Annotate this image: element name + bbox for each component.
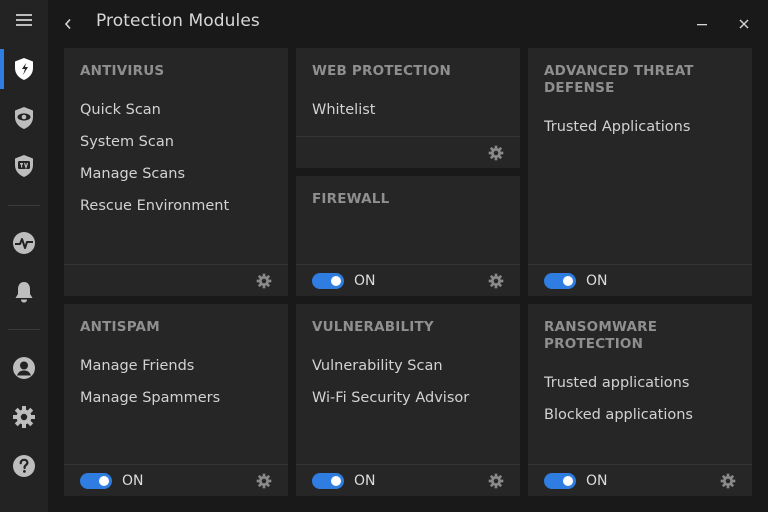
card-title-line: RANSOMWARE bbox=[544, 319, 658, 335]
toggle-knob bbox=[99, 476, 109, 486]
card-links: Vulnerability Scan Wi-Fi Security Adviso… bbox=[312, 356, 469, 420]
ransomware-protection-toggle[interactable] bbox=[544, 473, 576, 489]
minimize-icon bbox=[697, 24, 707, 26]
card-web-protection: WEB PROTECTION Whitelist bbox=[296, 48, 520, 168]
card-firewall: FIREWALL ON bbox=[296, 176, 520, 296]
card-title: VULNERABILITY bbox=[312, 319, 434, 335]
tv-shield-icon bbox=[15, 155, 33, 177]
manage-scans-link[interactable]: Manage Scans bbox=[80, 164, 229, 196]
page-title: Protection Modules bbox=[96, 11, 260, 31]
sidebar-item-help[interactable] bbox=[0, 446, 48, 486]
card-links: Quick Scan System Scan Manage Scans Resc… bbox=[80, 100, 229, 228]
close-icon bbox=[739, 19, 749, 29]
shield-icon bbox=[15, 58, 33, 80]
ransomware-protection-settings-gear-icon[interactable] bbox=[720, 473, 736, 489]
card-links: Trusted applications Blocked application… bbox=[544, 373, 693, 437]
card-footer: ON bbox=[296, 264, 520, 296]
sidebar-item-privacy[interactable] bbox=[0, 98, 48, 138]
sidebar-item-notifications[interactable] bbox=[0, 272, 48, 312]
rescue-environment-link[interactable]: Rescue Environment bbox=[80, 196, 229, 228]
toggle-label: ON bbox=[354, 273, 376, 289]
quick-scan-link[interactable]: Quick Scan bbox=[80, 100, 229, 132]
antispam-settings-gear-icon[interactable] bbox=[256, 473, 272, 489]
vulnerability-toggle[interactable] bbox=[312, 473, 344, 489]
sidebar-item-protection[interactable] bbox=[0, 49, 48, 89]
antivirus-settings-gear-icon[interactable] bbox=[256, 273, 272, 289]
sidebar-divider bbox=[8, 329, 40, 330]
toggle-knob bbox=[331, 276, 341, 286]
user-icon bbox=[13, 357, 35, 379]
card-title: ANTIVIRUS bbox=[80, 63, 165, 79]
manage-friends-link[interactable]: Manage Friends bbox=[80, 356, 220, 388]
advanced-threat-defense-toggle[interactable] bbox=[544, 273, 576, 289]
card-links: Manage Friends Manage Spammers bbox=[80, 356, 220, 420]
help-icon bbox=[13, 455, 35, 477]
antispam-toggle[interactable] bbox=[80, 473, 112, 489]
toggle-knob bbox=[563, 276, 573, 286]
firewall-settings-gear-icon[interactable] bbox=[488, 273, 504, 289]
card-title: FIREWALL bbox=[312, 191, 390, 207]
sidebar-item-activity[interactable] bbox=[0, 223, 48, 263]
firewall-toggle[interactable] bbox=[312, 273, 344, 289]
sidebar-item-account[interactable] bbox=[0, 348, 48, 388]
web-protection-settings-gear-icon[interactable] bbox=[488, 145, 504, 161]
minimize-button[interactable] bbox=[692, 14, 712, 34]
wifi-security-advisor-link[interactable]: Wi-Fi Security Advisor bbox=[312, 388, 469, 420]
sidebar-item-settings[interactable] bbox=[0, 397, 48, 437]
hamburger-icon bbox=[16, 14, 32, 26]
toggle-label: ON bbox=[586, 473, 608, 489]
card-footer: ON bbox=[528, 464, 752, 496]
eye-shield-icon bbox=[15, 107, 33, 129]
card-antispam: ANTISPAM Manage Friends Manage Spammers … bbox=[64, 304, 288, 496]
gear-icon bbox=[13, 406, 35, 428]
vulnerability-scan-link[interactable]: Vulnerability Scan bbox=[312, 356, 469, 388]
blocked-applications-link[interactable]: Blocked applications bbox=[544, 405, 693, 437]
card-ransomware-protection: RANSOMWARE PROTECTION Trusted applicatio… bbox=[528, 304, 752, 496]
whitelist-link[interactable]: Whitelist bbox=[312, 100, 375, 132]
trusted-applications-link[interactable]: Trusted Applications bbox=[544, 117, 690, 149]
card-links: Whitelist bbox=[312, 100, 375, 132]
bell-icon bbox=[15, 282, 33, 303]
card-title: ADVANCED THREAT DEFENSE bbox=[544, 63, 694, 97]
toggle-label: ON bbox=[354, 473, 376, 489]
sidebar-item-utilities[interactable] bbox=[0, 146, 48, 186]
chevron-left-icon bbox=[64, 18, 71, 30]
card-title: ANTISPAM bbox=[80, 319, 160, 335]
card-links: Trusted Applications bbox=[544, 117, 690, 149]
toggle-label: ON bbox=[122, 473, 144, 489]
card-footer bbox=[64, 264, 288, 296]
card-footer: ON bbox=[296, 464, 520, 496]
trusted-applications-link[interactable]: Trusted applications bbox=[544, 373, 693, 405]
manage-spammers-link[interactable]: Manage Spammers bbox=[80, 388, 220, 420]
sidebar bbox=[0, 0, 48, 512]
card-footer bbox=[296, 136, 520, 168]
activity-icon bbox=[13, 232, 35, 254]
card-vulnerability: VULNERABILITY Vulnerability Scan Wi-Fi S… bbox=[296, 304, 520, 496]
toggle-knob bbox=[563, 476, 573, 486]
menu-button[interactable] bbox=[0, 0, 48, 40]
toggle-knob bbox=[331, 476, 341, 486]
card-title-line: DEFENSE bbox=[544, 80, 615, 96]
vulnerability-settings-gear-icon[interactable] bbox=[488, 473, 504, 489]
card-footer: ON bbox=[528, 264, 752, 296]
card-title-line: PROTECTION bbox=[544, 336, 644, 352]
back-button[interactable] bbox=[58, 14, 78, 34]
close-button[interactable] bbox=[734, 14, 754, 34]
card-title: WEB PROTECTION bbox=[312, 63, 452, 79]
card-title-line: ADVANCED THREAT bbox=[544, 63, 694, 79]
card-antivirus: ANTIVIRUS Quick Scan System Scan Manage … bbox=[64, 48, 288, 296]
sidebar-divider bbox=[8, 205, 40, 206]
card-title: RANSOMWARE PROTECTION bbox=[544, 319, 657, 353]
system-scan-link[interactable]: System Scan bbox=[80, 132, 229, 164]
card-advanced-threat-defense: ADVANCED THREAT DEFENSE Trusted Applicat… bbox=[528, 48, 752, 296]
card-footer: ON bbox=[64, 464, 288, 496]
toggle-label: ON bbox=[586, 273, 608, 289]
